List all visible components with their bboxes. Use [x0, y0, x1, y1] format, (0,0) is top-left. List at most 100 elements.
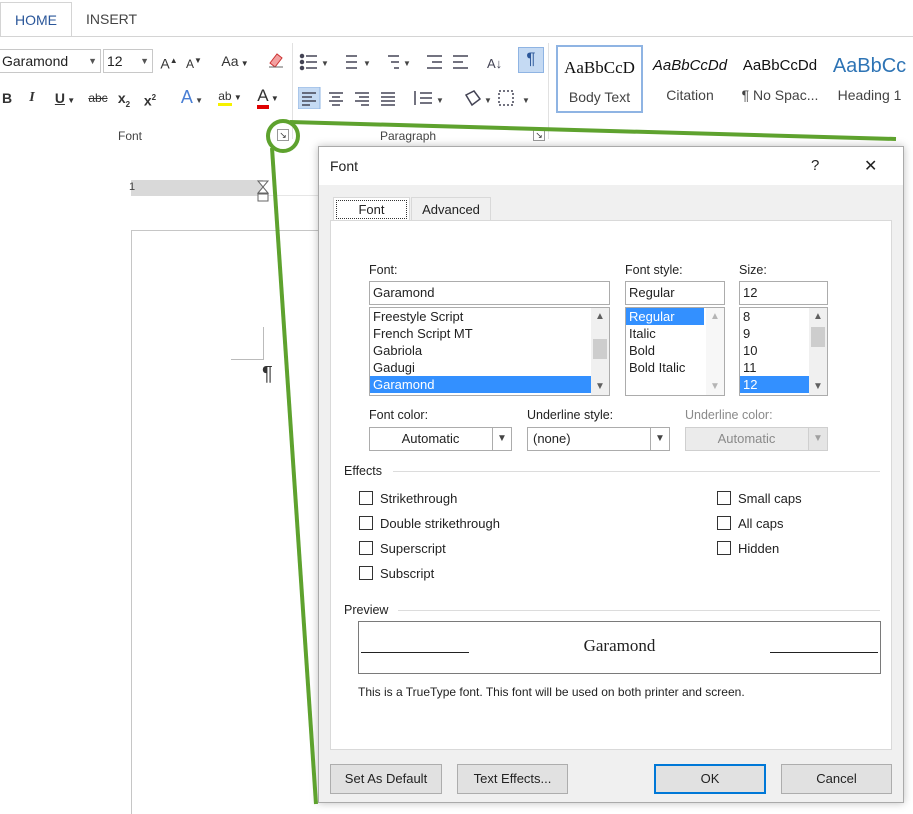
- group-divider: [292, 43, 293, 139]
- effects-label: Effects: [344, 464, 382, 478]
- tab-home[interactable]: HOME: [0, 2, 72, 37]
- underline-style-label: Underline style:: [527, 408, 614, 422]
- svg-text:▼: ▼: [321, 59, 329, 68]
- tab-font[interactable]: Font: [333, 197, 410, 222]
- font-list-scrollbar[interactable]: ▲ ▼: [591, 308, 609, 395]
- scroll-thumb[interactable]: [811, 327, 825, 347]
- style-no-spacing[interactable]: AaBbCcDd ¶ No Spac...: [736, 45, 824, 113]
- help-button[interactable]: ?: [811, 157, 819, 174]
- font-dialog-launcher[interactable]: ↘: [277, 129, 289, 141]
- document-page[interactable]: [131, 230, 331, 814]
- strikethrough-button[interactable]: abc: [86, 87, 110, 109]
- font-name-value: Garamond: [2, 53, 69, 69]
- style-name: Citation: [666, 87, 714, 103]
- list-item-selected[interactable]: Regular: [626, 308, 704, 325]
- scroll-up-icon[interactable]: ▲: [809, 308, 827, 325]
- font-color-icon: A: [257, 86, 269, 109]
- word-window: HOME INSERT Garamond ▼ 12 ▼ A▲ A▼ Aa ▼ B…: [0, 0, 913, 814]
- change-case-button[interactable]: Aa ▼: [218, 50, 252, 75]
- font-color-dropdown[interactable]: Automatic ▼: [369, 427, 512, 451]
- font-size-list[interactable]: 8 9 10 11 12 ▲ ▼: [739, 307, 828, 396]
- font-color-label: Font color:: [369, 408, 429, 422]
- font-name-combo[interactable]: Garamond ▼: [0, 49, 101, 73]
- scroll-down-icon[interactable]: ▼: [591, 378, 609, 395]
- svg-text:▼: ▼: [403, 59, 411, 68]
- subscript-icon: x: [117, 90, 126, 106]
- change-case-icon: Aa: [221, 53, 239, 69]
- checkbox-box[interactable]: [359, 516, 373, 530]
- chevron-down-icon: ▼: [492, 428, 511, 450]
- scroll-up-icon[interactable]: ▲: [706, 308, 724, 325]
- indent-marker[interactable]: [256, 180, 270, 204]
- style-preview: AaBbCcD: [564, 58, 635, 77]
- group-divider: [548, 43, 549, 139]
- tab-advanced[interactable]: Advanced: [411, 197, 491, 221]
- size-list-scrollbar[interactable]: ▲ ▼: [809, 308, 827, 395]
- bold-button[interactable]: B: [0, 87, 14, 109]
- text-effects-button[interactable]: A ▼: [176, 86, 208, 112]
- scroll-down-icon[interactable]: ▼: [706, 378, 724, 395]
- paragraph-row1-icons: ▼ ▼ ▼ A↓: [299, 53, 502, 71]
- checkbox-box[interactable]: [359, 566, 373, 580]
- checkbox-box[interactable]: [359, 541, 373, 555]
- chevron-down-icon: ▼: [88, 56, 97, 66]
- list-item[interactable]: French Script MT: [370, 325, 609, 342]
- font-size-combo[interactable]: 12 ▼: [103, 49, 153, 73]
- show-marks-button[interactable]: ¶: [518, 47, 544, 73]
- style-body-text[interactable]: AaBbCcD Body Text: [556, 45, 643, 113]
- underline-style-dropdown[interactable]: (none) ▼: [527, 427, 670, 451]
- font-name-list[interactable]: Freestyle Script French Script MT Gabrio…: [369, 307, 610, 396]
- font-dialog: Font ? ✕ Font Advanced Font: Garamond Fr…: [318, 146, 904, 803]
- scroll-up-icon[interactable]: ▲: [591, 308, 609, 325]
- ribbon-tab-bar: HOME INSERT: [0, 0, 913, 37]
- superscript-button[interactable]: x2: [141, 87, 159, 112]
- list-item[interactable]: Freestyle Script: [370, 308, 609, 325]
- underline-button[interactable]: U ▼: [50, 87, 80, 112]
- preview-label: Preview: [344, 603, 389, 617]
- list-item[interactable]: Gabriola: [370, 342, 609, 359]
- checkbox-box[interactable]: [717, 541, 731, 555]
- scroll-thumb[interactable]: [593, 339, 607, 359]
- paragraph-dialog-launcher[interactable]: ↘: [533, 129, 545, 141]
- chevron-down-icon: ▼: [650, 428, 669, 450]
- list-item-selected[interactable]: 12: [740, 376, 809, 393]
- cancel-button[interactable]: Cancel: [781, 764, 892, 794]
- underline-color-dropdown[interactable]: Automatic ▼: [685, 427, 828, 451]
- style-name: ¶ No Spac...: [741, 87, 819, 103]
- grow-font-button[interactable]: A▲: [159, 50, 179, 75]
- italic-button[interactable]: I: [25, 87, 39, 109]
- style-list-scrollbar[interactable]: ▲ ▼: [706, 308, 724, 395]
- font-preview-box: Garamond: [358, 621, 881, 674]
- set-as-default-button[interactable]: Set As Default: [330, 764, 442, 794]
- text-effects-button[interactable]: Text Effects...: [457, 764, 568, 794]
- style-heading-1[interactable]: AaBbCc Heading 1: [826, 45, 913, 113]
- style-citation[interactable]: AaBbCcDd Citation: [646, 45, 734, 113]
- underline-color-label: Underline color:: [685, 408, 773, 422]
- list-item[interactable]: Gadugi: [370, 359, 609, 376]
- font-name-input[interactable]: Garamond: [369, 281, 610, 305]
- ok-button[interactable]: OK: [654, 764, 766, 794]
- close-icon[interactable]: ✕: [864, 156, 877, 176]
- shrink-font-button[interactable]: A▼: [184, 50, 204, 75]
- clear-formatting-button[interactable]: [265, 50, 287, 74]
- highlight-button[interactable]: ab ▼: [214, 85, 246, 109]
- font-style-list[interactable]: Regular Italic Bold Bold Italic ▲ ▼: [625, 307, 725, 396]
- tab-insert[interactable]: INSERT: [72, 2, 151, 37]
- text-effects-icon: A: [180, 87, 193, 107]
- checkbox-box[interactable]: [717, 516, 731, 530]
- effects-divider: [393, 471, 880, 472]
- subscript-button[interactable]: x2: [115, 87, 133, 116]
- scroll-down-icon[interactable]: ▼: [809, 378, 827, 395]
- dialog-titlebar: Font ? ✕: [319, 147, 903, 185]
- font-color-button[interactable]: A ▼: [252, 85, 284, 110]
- paragraph-mark: ¶: [262, 363, 273, 385]
- highlight-icon: ab: [218, 89, 232, 106]
- checkbox-box[interactable]: [717, 491, 731, 505]
- checkbox-box[interactable]: [359, 491, 373, 505]
- list-item-selected[interactable]: Garamond: [370, 376, 609, 393]
- font-style-input[interactable]: Regular: [625, 281, 725, 305]
- font-size-input[interactable]: 12: [739, 281, 828, 305]
- superscript-icon: x: [143, 92, 152, 109]
- ruler-number: 1: [129, 181, 136, 193]
- checkbox-label: Superscript: [380, 541, 446, 556]
